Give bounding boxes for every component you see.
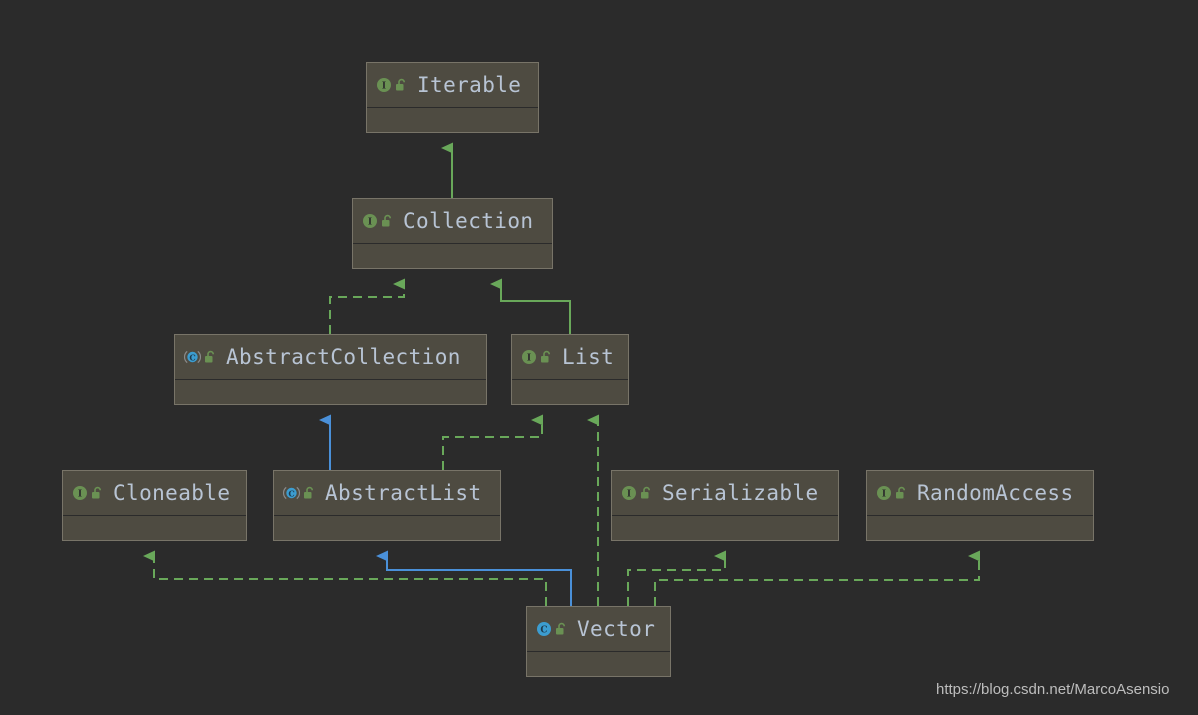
edge-list-extends-collection — [490, 278, 571, 334]
node-members-area — [512, 380, 628, 404]
node-members-area — [612, 516, 838, 540]
watermark-text: https://blog.csdn.net/MarcoAsensio — [936, 681, 1170, 698]
svg-text:I: I — [527, 354, 531, 364]
node-header: I Iterable — [367, 63, 538, 108]
uml-node-cloneable[interactable]: I Cloneable — [62, 470, 247, 541]
svg-text:I: I — [882, 490, 886, 500]
node-members-area — [527, 652, 670, 676]
uml-node-abstract-collection[interactable]: C AbstractCollection — [174, 334, 487, 405]
node-title: RandomAccess — [917, 481, 1074, 505]
unlocked-padlock-icon — [88, 486, 104, 500]
edge-abstractcollection-implements-collection — [329, 278, 405, 334]
edge-vector-implements-cloneable — [143, 550, 547, 606]
abstract-class-icon: C — [283, 485, 300, 501]
node-members-area — [353, 244, 552, 268]
node-header: C AbstractList — [274, 471, 500, 516]
node-header: I Collection — [353, 199, 552, 244]
node-title: AbstractCollection — [226, 345, 461, 369]
node-title: Cloneable — [113, 481, 231, 505]
svg-text:C: C — [288, 488, 294, 498]
edge-vector-implements-serializable — [627, 550, 726, 606]
interface-icon: I — [362, 213, 378, 229]
node-members-area — [367, 108, 538, 132]
node-header: I Serializable — [612, 471, 838, 516]
unlocked-padlock-icon — [552, 622, 568, 636]
interface-icon: I — [876, 485, 892, 501]
node-title: Collection — [403, 209, 534, 233]
uml-node-collection[interactable]: I Collection — [352, 198, 553, 269]
edge-vector-extends-abstractlist — [376, 550, 572, 606]
node-header: I Cloneable — [63, 471, 246, 516]
interface-icon: I — [621, 485, 637, 501]
class-icon: C — [536, 621, 552, 637]
node-members-area — [175, 380, 486, 404]
unlocked-padlock-icon — [637, 486, 653, 500]
interface-icon: I — [521, 349, 537, 365]
node-title: List — [562, 345, 615, 369]
node-header: I RandomAccess — [867, 471, 1093, 516]
edge-vector-implements-randomaccess — [654, 550, 980, 606]
node-header: C AbstractCollection — [175, 335, 486, 380]
svg-text:C: C — [540, 626, 547, 636]
interface-icon: I — [72, 485, 88, 501]
svg-text:I: I — [627, 490, 631, 500]
svg-text:C: C — [189, 352, 195, 362]
node-members-area — [867, 516, 1093, 540]
uml-node-serializable[interactable]: I Serializable — [611, 470, 839, 541]
unlocked-padlock-icon — [201, 350, 217, 364]
node-title: Iterable — [417, 73, 522, 97]
node-title: Serializable — [662, 481, 819, 505]
edge-abstractlist-implements-list — [442, 414, 543, 470]
node-title: AbstractList — [325, 481, 482, 505]
unlocked-padlock-icon — [378, 214, 394, 228]
uml-node-abstract-list[interactable]: C AbstractList — [273, 470, 501, 541]
uml-diagram-canvas: I Iterable I Collection C AbstractCollec… — [0, 0, 1198, 715]
unlocked-padlock-icon — [392, 78, 408, 92]
node-header: I List — [512, 335, 628, 380]
node-header: C Vector — [527, 607, 670, 652]
uml-node-vector[interactable]: C Vector — [526, 606, 671, 677]
svg-text:I: I — [382, 82, 386, 92]
unlocked-padlock-icon — [537, 350, 553, 364]
unlocked-padlock-icon — [300, 486, 316, 500]
uml-node-random-access[interactable]: I RandomAccess — [866, 470, 1094, 541]
interface-icon: I — [376, 77, 392, 93]
uml-node-iterable[interactable]: I Iterable — [366, 62, 539, 133]
svg-text:I: I — [78, 490, 82, 500]
node-members-area — [274, 516, 500, 540]
node-members-area — [63, 516, 246, 540]
node-title: Vector — [577, 617, 656, 641]
uml-node-list[interactable]: I List — [511, 334, 629, 405]
unlocked-padlock-icon — [892, 486, 908, 500]
abstract-class-icon: C — [184, 349, 201, 365]
svg-text:I: I — [368, 218, 372, 228]
